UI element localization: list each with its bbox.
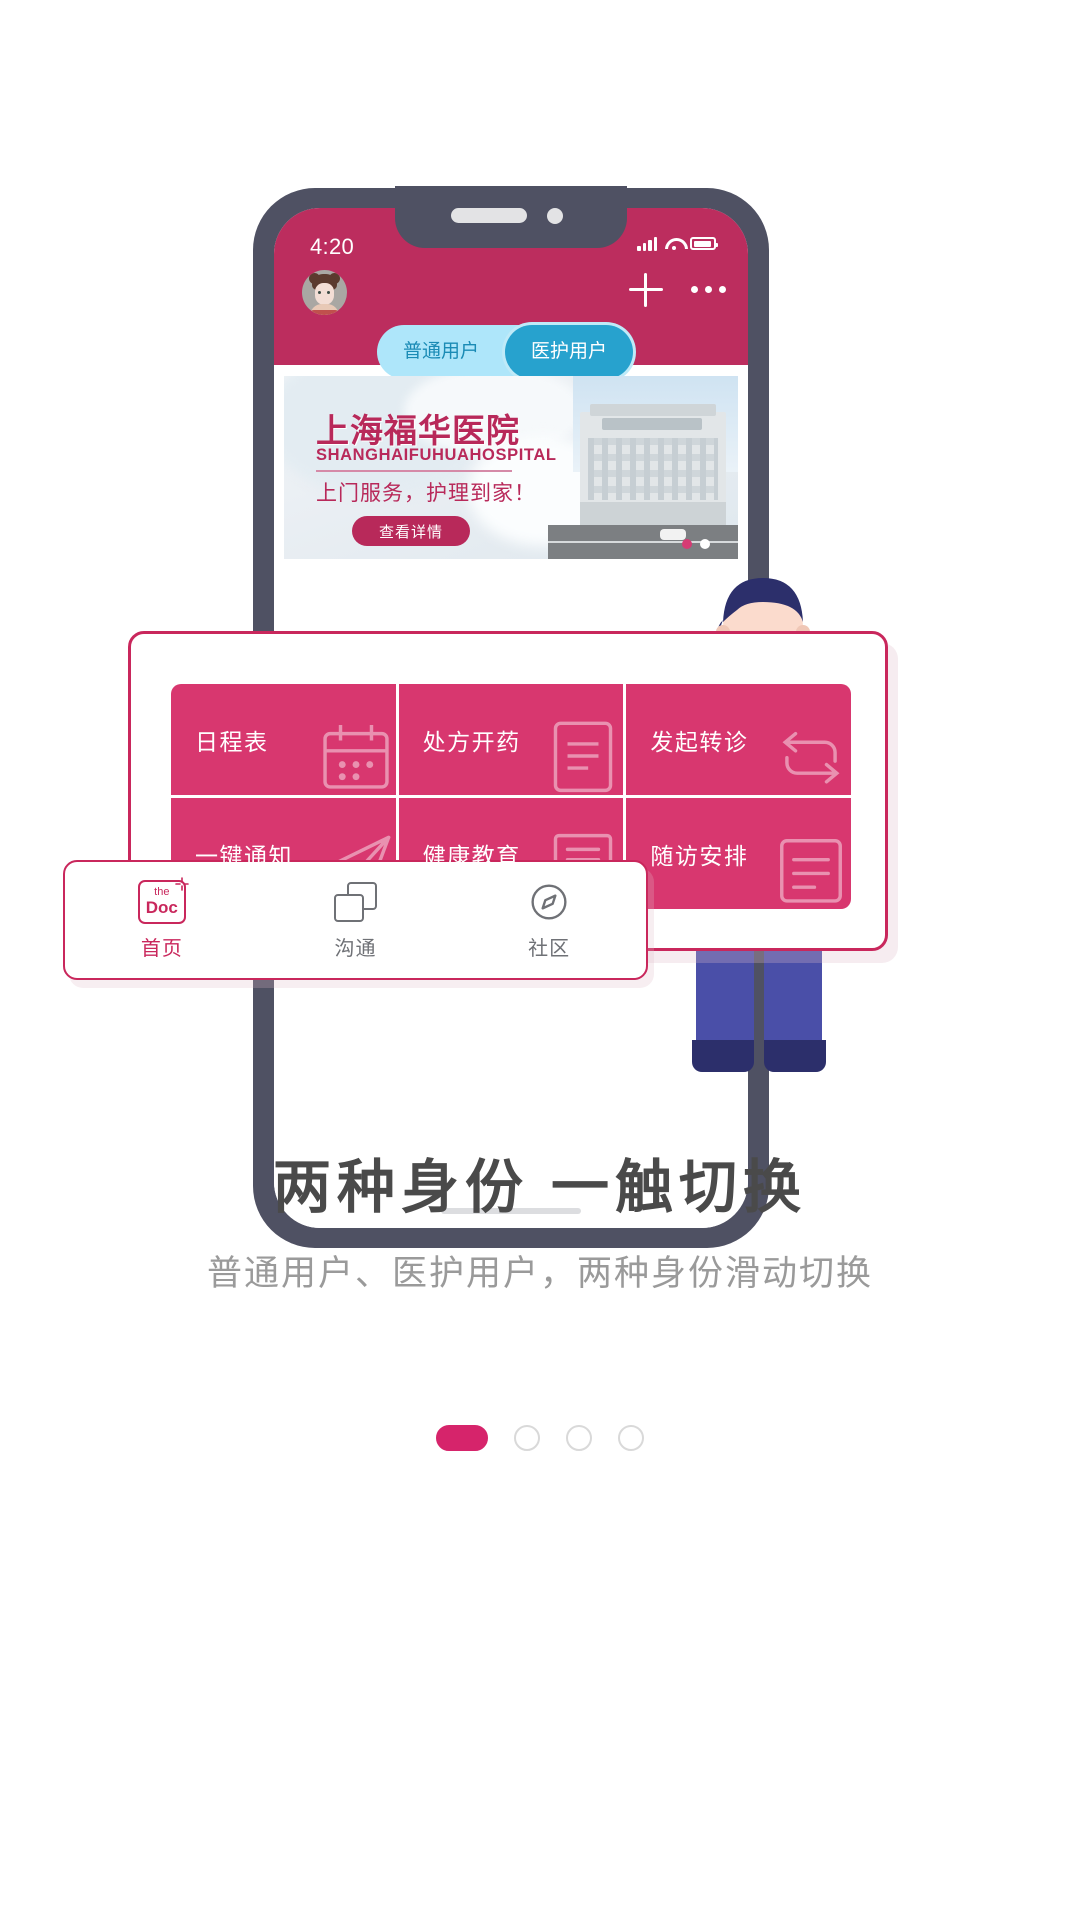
- calendar-icon: [310, 713, 396, 795]
- grid-tile-label: 健康教育: [422, 842, 521, 869]
- banner-detail-button[interactable]: 查看详情: [352, 516, 470, 546]
- followup-icon: [765, 827, 851, 909]
- prescription-icon: [537, 713, 623, 795]
- front-camera-icon: [547, 208, 563, 224]
- banner-title: 上海福华医院: [316, 412, 520, 449]
- grid-tile-label: 随访安排: [650, 842, 749, 869]
- grid-tile-label: 日程表: [195, 728, 269, 755]
- banner-dot-1[interactable]: [682, 539, 692, 549]
- avatar[interactable]: [302, 270, 347, 315]
- wifi-icon: [665, 237, 682, 250]
- logo-line-1: the: [154, 886, 170, 898]
- onboarding-pagination[interactable]: [0, 1425, 1080, 1451]
- hospital-building-illustration: [580, 404, 726, 530]
- grid-tile-prescription[interactable]: 处方开药: [398, 684, 624, 795]
- grid-tile-label: 发起转诊: [650, 728, 749, 755]
- nav-label-communication: 沟通: [334, 937, 377, 960]
- page-dot-4[interactable]: [618, 1425, 644, 1451]
- nav-item-community[interactable]: 社区: [452, 880, 646, 961]
- nav-item-home[interactable]: the Doc 首页: [65, 876, 259, 961]
- page-dot-3[interactable]: [566, 1425, 592, 1451]
- status-icons: [637, 236, 718, 251]
- phone-notch: [395, 186, 627, 248]
- nav-label-community: 社区: [528, 937, 571, 960]
- logo-line-2: Doc: [145, 898, 178, 917]
- chat-bubbles-icon: [332, 880, 380, 924]
- grid-tile-referral[interactable]: 发起转诊: [626, 684, 851, 795]
- page-dot-1[interactable]: [436, 1425, 488, 1451]
- sparkle-icon: [175, 876, 189, 891]
- speaker-icon: [451, 208, 527, 223]
- banner-divider: [316, 470, 512, 472]
- nav-item-communication[interactable]: 沟通: [259, 880, 453, 961]
- user-type-segmented-control[interactable]: 普通用户 医护用户: [377, 325, 633, 379]
- battery-icon: [690, 237, 718, 250]
- grid-tile-followup[interactable]: 随访安排: [626, 798, 851, 909]
- segment-option-normal-user[interactable]: 普通用户: [377, 325, 505, 379]
- nav-label-home: 首页: [140, 937, 183, 960]
- plus-icon[interactable]: [629, 273, 663, 307]
- referral-icon: [765, 713, 851, 795]
- more-dots-icon[interactable]: [691, 286, 726, 293]
- signal-bars-icon: [637, 236, 657, 251]
- segment-option-medical-user[interactable]: 医护用户: [505, 325, 633, 379]
- page-dot-2[interactable]: [514, 1425, 540, 1451]
- banner-slogan: 上门服务，护理到家！: [316, 482, 536, 505]
- banner-pagination[interactable]: [682, 539, 710, 549]
- community-compass-icon: [525, 880, 573, 924]
- grid-tile-label: 一键通知: [195, 842, 293, 869]
- page-title: 两种身份 一触切换: [272, 1155, 808, 1220]
- page-subtitle: 普通用户、医护用户，两种身份滑动切换: [206, 1254, 873, 1293]
- bottom-navigation-bar: the Doc 首页 沟通 社区: [63, 860, 648, 980]
- status-time: 4:20: [310, 234, 355, 259]
- banner-dot-2[interactable]: [700, 539, 710, 549]
- promo-banner[interactable]: 上海福华医院 SHANGHAIFUHUAHOSPITAL 上门服务，护理到家！ …: [284, 376, 738, 559]
- banner-subtitle: SHANGHAIFUHUAHOSPITAL: [316, 446, 557, 464]
- onboarding-slide: 4:20 普通用户 医护用户 上海福华医院 SHANGHAIFUHUAHOSPI…: [0, 0, 1080, 1920]
- grid-tile-label: 处方开药: [422, 728, 521, 755]
- thedoc-logo-icon: the Doc: [137, 876, 189, 924]
- grid-tile-schedule[interactable]: 日程表: [171, 684, 396, 795]
